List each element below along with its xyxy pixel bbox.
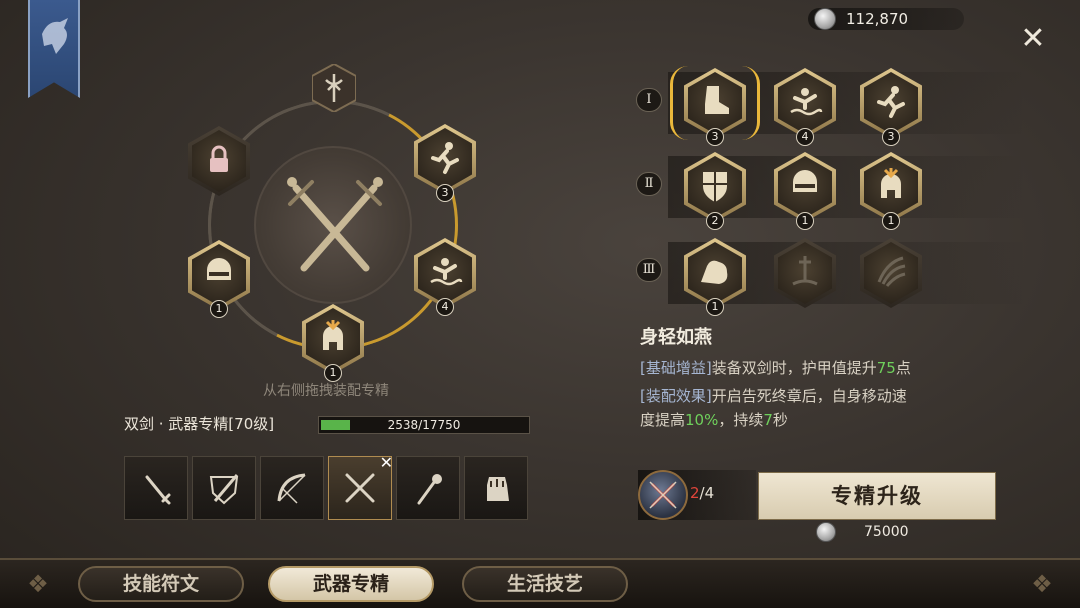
weapon-center-disc	[254, 146, 412, 304]
talent-level-badge: 1	[882, 212, 900, 230]
desc-tag: [基础增益]	[640, 359, 712, 377]
weapon-spec-title: 双剑 · 武器专精[70级]	[124, 415, 275, 433]
skill-desc-line2: [装配效果]开启告死终章后，自身移动速	[640, 384, 996, 408]
spec-upgrade-button[interactable]: 专精升级	[758, 472, 996, 520]
upgrade-cost: 75000	[810, 522, 970, 544]
weapon-type-sword-shield[interactable]	[192, 456, 256, 520]
talent-sword-ground-locked[interactable]	[774, 238, 836, 308]
sprinter-icon	[431, 142, 459, 174]
talent-spartan-helmet[interactable]: 1	[860, 152, 922, 230]
spartan-helmet-icon	[881, 168, 901, 198]
wheel-slot-spartan-helmet[interactable]: 1	[302, 304, 364, 382]
desc-text: 装备双剑时，护甲值提升	[711, 359, 877, 377]
spec-book-icon[interactable]	[638, 470, 688, 520]
weapon-type-bow[interactable]	[260, 456, 324, 520]
slot-level-badge: 4	[436, 298, 454, 316]
staff-icon	[417, 474, 442, 505]
xp-progress-text: 2538/17750	[387, 418, 461, 432]
desc-text: ，持续	[718, 411, 764, 429]
wheel-slot-sprinter[interactable]: 3	[414, 124, 476, 202]
desc-text: 开启告死终章后，自身移动速	[711, 387, 907, 405]
sword-shield-icon	[209, 474, 239, 505]
currency-display: 112,870	[808, 8, 964, 30]
talent-visor-helmet[interactable]: 1	[774, 152, 836, 230]
skill-name: 身轻如燕	[640, 327, 712, 348]
silver-coin-icon	[816, 522, 836, 542]
talent-level-badge: 1	[706, 298, 724, 316]
guild-banner	[28, 0, 80, 98]
slot-level-badge: 3	[436, 184, 454, 202]
wheel-slot-locked[interactable]	[188, 126, 250, 196]
crossed-blades-icon	[649, 481, 677, 509]
talent-level-badge: 3	[706, 128, 724, 146]
talent-boot[interactable]: 3	[684, 68, 746, 146]
desc-text: 点	[895, 359, 911, 377]
tier-label-2: Ⅱ	[636, 172, 662, 196]
spartan-helmet-icon	[323, 320, 343, 350]
upgrade-cost-amount: 75000	[864, 524, 909, 540]
talent-shield[interactable]: 2	[684, 152, 746, 230]
crossed-swords-icon	[287, 177, 383, 272]
currency-amount: 112,870	[846, 10, 909, 28]
xp-progress-bar: 2538/17750	[318, 416, 530, 434]
visor-helmet-icon	[793, 170, 817, 192]
drag-hint-text: 从右侧拖拽装配专精	[263, 383, 389, 399]
desc-tag: [装配效果]	[640, 387, 712, 405]
talent-level-badge: 1	[796, 212, 814, 230]
visor-helmet-icon	[207, 258, 231, 280]
silver-coin-icon	[814, 8, 836, 30]
wheel-slot-swimmer[interactable]: 4	[414, 238, 476, 316]
skill-desc-line1: [基础增益]装备双剑时，护甲值提升75点	[640, 356, 996, 380]
weapon-type-staff[interactable]	[396, 456, 460, 520]
slot-level-badge: 1	[210, 300, 228, 318]
close-button[interactable]: ✕	[1018, 24, 1048, 54]
desc-value: 10%	[685, 411, 719, 429]
talent-level-badge: 3	[882, 128, 900, 146]
equipped-mark-icon: ✕	[379, 453, 393, 472]
desc-value: 7	[763, 411, 773, 429]
dagger-icon	[145, 475, 171, 505]
desc-text: 秒	[772, 411, 788, 429]
sword-ground-icon	[792, 256, 818, 286]
sprinter-icon	[877, 86, 905, 118]
tab-skill-runes[interactable]: 技能符文	[78, 566, 244, 602]
desc-value: 75	[876, 359, 896, 377]
talent-claw-locked[interactable]	[860, 238, 922, 308]
shield-icon	[703, 172, 727, 202]
weapon-type-dual-swords[interactable]: ✕	[328, 453, 393, 520]
talent-swimmer[interactable]: 4	[774, 68, 836, 146]
tab-life-skills[interactable]: 生活技艺	[462, 566, 628, 602]
material-need: /4	[699, 484, 715, 502]
talent-level-badge: 2	[706, 212, 724, 230]
claw-icon	[877, 256, 906, 287]
tier-label-1: Ⅰ	[636, 88, 662, 112]
muscle-arm-icon	[701, 260, 728, 284]
desc-text: 度提高	[640, 411, 686, 429]
eagle-icon	[42, 18, 68, 54]
material-have: 2	[690, 484, 700, 502]
boot-icon	[705, 86, 729, 114]
material-count: 2/4	[690, 484, 714, 502]
talent-muscle-arm[interactable]: 1	[684, 238, 746, 316]
weapon-type-dagger[interactable]	[124, 456, 188, 520]
dual-swords-icon	[345, 473, 375, 503]
skill-desc-line3: 度提高10%，持续7秒	[640, 408, 996, 432]
talent-sprinter[interactable]: 3	[860, 68, 922, 146]
tier-label-3: Ⅲ	[636, 258, 662, 282]
lock-icon	[210, 145, 228, 172]
nav-ornament-icon: ❖	[27, 570, 49, 598]
tab-weapon-spec[interactable]: 武器专精	[268, 566, 434, 602]
weapon-type-gauntlet[interactable]	[464, 456, 528, 520]
spec-emblem-icon	[311, 62, 357, 114]
swimmer-icon	[790, 88, 823, 116]
gauntlet-icon	[487, 477, 509, 501]
wheel-slot-visor-helmet[interactable]: 1	[188, 240, 250, 318]
talent-level-badge: 4	[796, 128, 814, 146]
swimmer-icon	[430, 258, 463, 286]
nav-ornament-icon: ❖	[1031, 570, 1053, 598]
bow-icon	[277, 473, 306, 504]
